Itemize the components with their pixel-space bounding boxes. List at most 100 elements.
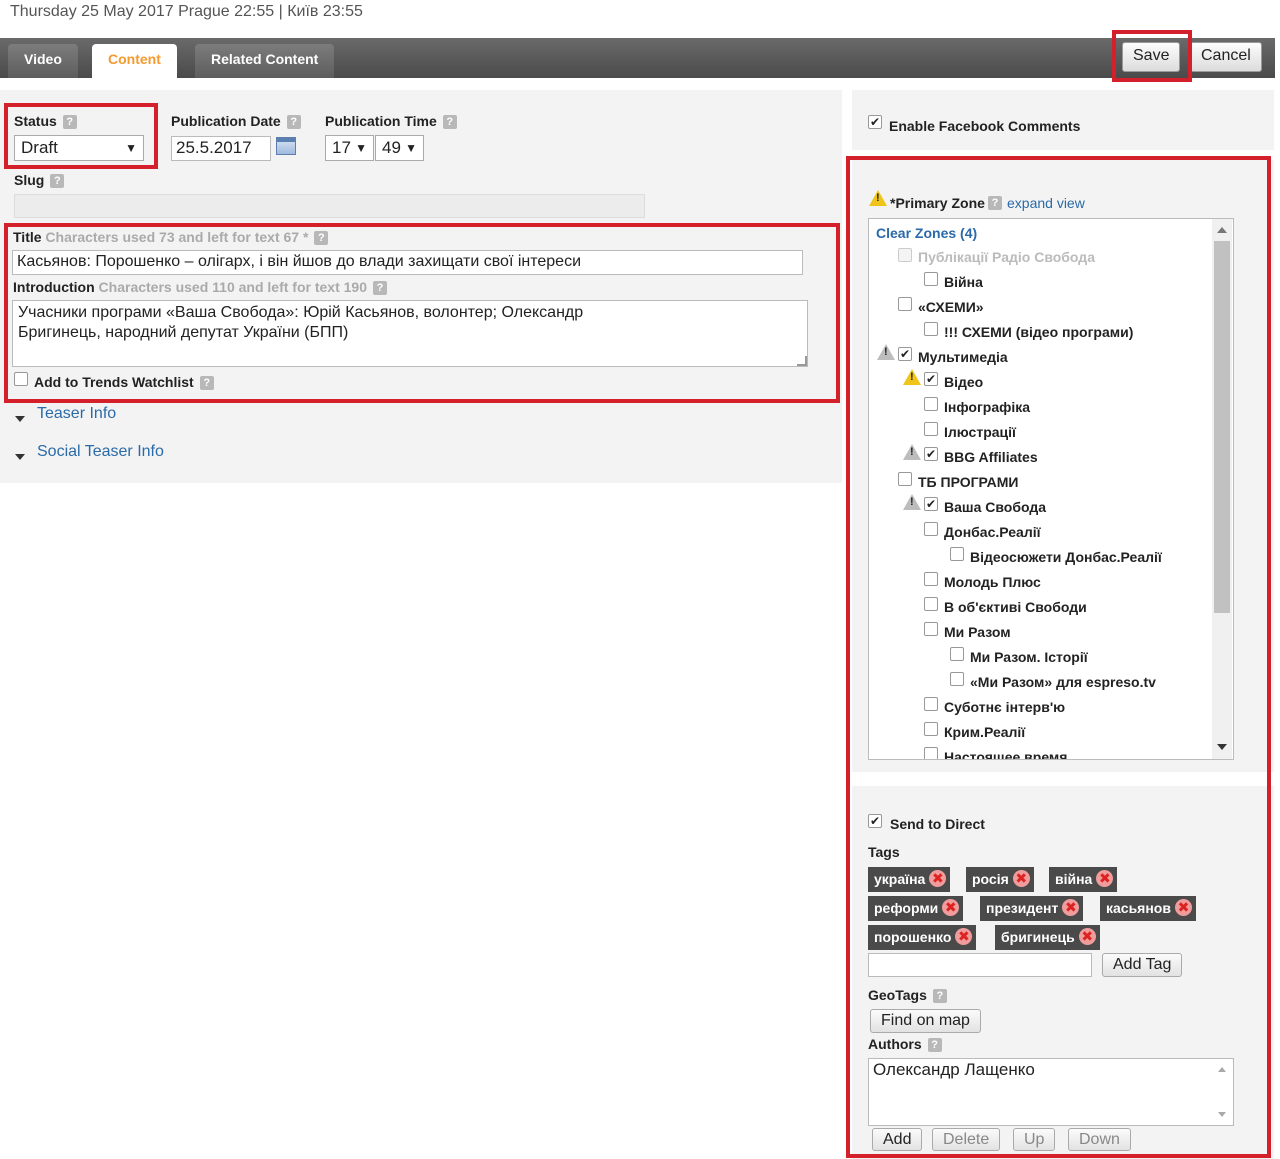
author-item[interactable]: Олександр Лащенко [873, 1059, 1233, 1081]
zone-checkbox[interactable]: ✔ [924, 447, 938, 461]
scroll-down-icon[interactable] [1217, 744, 1227, 750]
trends-watchlist-checkbox[interactable] [14, 372, 28, 386]
slug-input[interactable] [14, 194, 645, 218]
zone-checkbox[interactable]: ✔ [924, 372, 938, 386]
tab-video[interactable]: Video [8, 44, 78, 78]
save-button[interactable]: Save [1122, 42, 1181, 72]
help-icon[interactable]: ? [50, 174, 65, 188]
zone-checkbox[interactable] [924, 572, 938, 586]
trends-watchlist-label: Add to Trends Watchlist? [34, 374, 214, 390]
scroll-up-icon[interactable] [1218, 1067, 1226, 1072]
find-on-map-button[interactable]: Find on map [870, 1009, 981, 1033]
move-down-author-button[interactable]: Down [1068, 1128, 1131, 1151]
zone-checkbox[interactable]: ✔ [924, 497, 938, 511]
tag-text: війна [1055, 871, 1093, 887]
zone-item: «Ми Разом» для espreso.tv [970, 674, 1156, 690]
cancel-button[interactable]: Cancel [1190, 42, 1262, 72]
title-input[interactable]: Касьянов: Порошенко – олігарх, і він йшо… [12, 250, 803, 275]
remove-tag-icon[interactable]: ✖ [1096, 870, 1114, 887]
warning-icon [869, 190, 887, 206]
tag-chip: касьянов ✖ [1100, 896, 1196, 921]
zone-checkbox[interactable] [898, 297, 912, 311]
resize-handle-icon[interactable] [797, 356, 807, 366]
help-icon[interactable]: ? [199, 376, 214, 390]
remove-tag-icon[interactable]: ✖ [1012, 870, 1030, 887]
zone-item: !!! СХЕМИ (відео програми) [944, 324, 1134, 340]
remove-tag-icon[interactable]: ✖ [955, 928, 973, 945]
introduction-textarea[interactable]: Учасники програми «Ваша Свобода»: Юрій К… [12, 300, 808, 367]
status-label-text: Status [14, 113, 57, 129]
chevron-down-icon: ▼ [405, 141, 417, 155]
title-counter: Characters used 73 and left for text 67 … [45, 229, 309, 245]
scrollbar-thumb[interactable] [1214, 241, 1230, 613]
help-icon[interactable]: ? [932, 989, 947, 1003]
zone-checkbox[interactable] [898, 472, 912, 486]
teaser-info-link[interactable]: Teaser Info [37, 405, 116, 423]
authors-list[interactable]: Олександр Лащенко [868, 1058, 1234, 1126]
zone-checkbox[interactable]: ✔ [898, 347, 912, 361]
social-teaser-info-link[interactable]: Social Teaser Info [37, 443, 164, 461]
scroll-down-icon[interactable] [1218, 1112, 1226, 1117]
zone-item: В об'єктиві Свободи [944, 599, 1087, 615]
add-author-button[interactable]: Add [872, 1128, 923, 1151]
zone-checkbox[interactable] [924, 422, 938, 436]
zone-checkbox[interactable] [924, 597, 938, 611]
publication-hour-select[interactable]: 17 ▼ [325, 135, 374, 161]
zone-checkbox[interactable] [924, 697, 938, 711]
calendar-icon[interactable] [276, 137, 296, 155]
zone-checkbox[interactable] [924, 322, 938, 336]
help-icon[interactable]: ? [988, 196, 1002, 210]
facebook-comments-checkbox[interactable]: ✔ [868, 115, 882, 129]
help-icon[interactable]: ? [314, 231, 329, 245]
expand-view-link[interactable]: expand view [1007, 195, 1085, 211]
help-icon[interactable]: ? [373, 281, 387, 295]
publication-date-input[interactable]: 25.5.2017 [171, 136, 271, 161]
remove-tag-icon[interactable]: ✖ [1062, 899, 1080, 916]
publication-time-label: Publication Time? [325, 113, 457, 129]
zone-checkbox[interactable] [924, 722, 938, 736]
zone-checkbox[interactable] [950, 647, 964, 661]
clear-zones-link[interactable]: Clear Zones (4) [876, 225, 977, 241]
facebook-comments-label: Enable Facebook Comments [889, 118, 1081, 134]
help-icon[interactable]: ? [286, 115, 301, 129]
tag-input[interactable] [868, 953, 1092, 977]
datetime-text: Thursday 25 May 2017 Prague 22:55 | Київ… [10, 3, 363, 20]
tab-content[interactable]: Content [92, 44, 177, 78]
zone-item: Настоящее время [944, 749, 1068, 760]
tag-chip: війна ✖ [1049, 867, 1118, 892]
remove-tag-icon[interactable]: ✖ [1078, 928, 1096, 945]
zones-list[interactable]: Clear Zones (4) Публікації Радіо Свобода… [868, 218, 1234, 760]
publication-time-label-text: Publication Time [325, 113, 437, 129]
primary-zone-label-text: Primary Zone [895, 195, 985, 211]
zones-scrollbar[interactable] [1212, 219, 1232, 759]
status-select[interactable]: Draft ▼ [14, 135, 144, 161]
move-up-author-button[interactable]: Up [1013, 1128, 1056, 1151]
help-icon[interactable]: ? [62, 115, 77, 129]
send-to-direct-checkbox[interactable]: ✔ [868, 814, 882, 828]
zone-checkbox[interactable] [924, 522, 938, 536]
expand-arrow-icon[interactable] [15, 454, 25, 460]
help-icon[interactable]: ? [927, 1038, 942, 1052]
zone-checkbox[interactable] [924, 622, 938, 636]
remove-tag-icon[interactable]: ✖ [942, 899, 960, 916]
zone-checkbox[interactable] [924, 397, 938, 411]
zone-checkbox[interactable] [924, 272, 938, 286]
zone-checkbox[interactable] [950, 547, 964, 561]
add-tag-button[interactable]: Add Tag [1102, 953, 1183, 977]
warning-icon [903, 494, 921, 510]
tab-related-content[interactable]: Related Content [195, 44, 335, 78]
delete-author-button[interactable]: Delete [932, 1128, 1001, 1151]
remove-tag-icon[interactable]: ✖ [1174, 899, 1192, 916]
section-divider [852, 772, 1274, 786]
publication-minute-select[interactable]: 49 ▼ [375, 135, 424, 161]
tag-text: україна [874, 871, 926, 887]
tag-text: росія [972, 871, 1009, 887]
remove-tag-icon[interactable]: ✖ [929, 870, 947, 887]
expand-arrow-icon[interactable] [15, 416, 25, 422]
scroll-up-icon[interactable] [1217, 227, 1227, 233]
tag-chip: україна ✖ [868, 867, 951, 892]
help-icon[interactable]: ? [442, 115, 457, 129]
zone-checkbox[interactable] [924, 747, 938, 759]
zone-checkbox[interactable] [950, 672, 964, 686]
zone-item: Донбас.Реалії [944, 524, 1041, 540]
